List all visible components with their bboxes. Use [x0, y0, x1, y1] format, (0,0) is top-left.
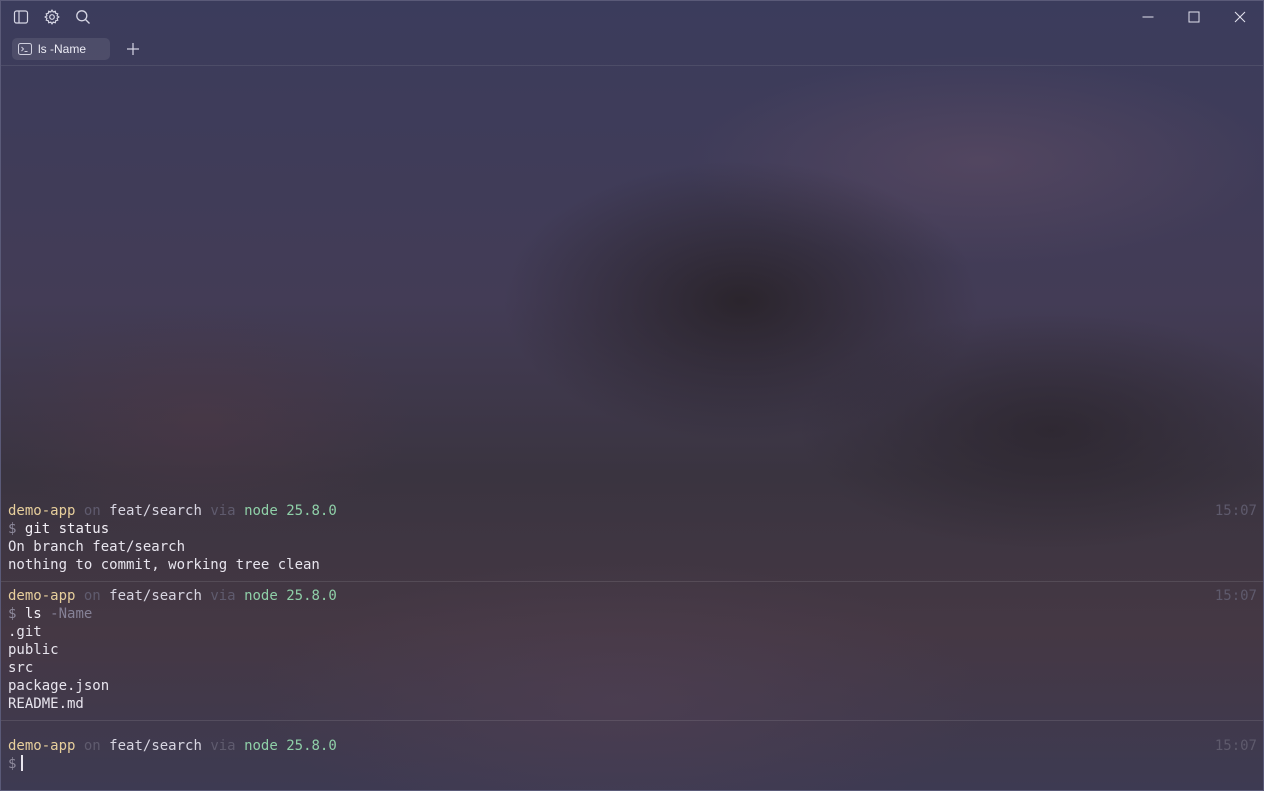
output-line: .git	[8, 624, 42, 640]
prompt-on: on	[83, 738, 101, 754]
prompt-symbol: $	[8, 606, 17, 622]
tab-label: ls -Name	[38, 41, 87, 56]
command-text: ls	[24, 606, 42, 622]
prompt-on: on	[83, 503, 101, 519]
tab-ls-name[interactable]: ls -Name	[12, 37, 110, 60]
command-block[interactable]: demo-app on feat/search via node 25.8.0 …	[1, 502, 1263, 574]
block-divider	[1, 581, 1263, 582]
prompt-branch: feat/search	[109, 503, 202, 519]
prompt-dir: demo-app	[8, 503, 76, 519]
command-text: git status	[24, 521, 110, 537]
prompt-line: demo-app on feat/search via node 25.8.0	[8, 737, 1263, 755]
active-prompt-block[interactable]: demo-app on feat/search via node 25.8.0 …	[1, 737, 1263, 773]
sidebar-toggle-icon[interactable]	[10, 6, 32, 28]
terminal-window: ls -Name demo-app on feat/search via nod…	[0, 0, 1264, 791]
prompt-dir: demo-app	[8, 738, 76, 754]
input-line[interactable]: $	[8, 755, 1263, 773]
prompt-on: on	[83, 588, 101, 604]
prompt-line: demo-app on feat/search via node 25.8.0	[8, 587, 1263, 605]
command-args: -Name	[50, 606, 93, 622]
terminal-icon	[18, 42, 32, 55]
search-icon[interactable]	[72, 6, 94, 28]
prompt-line: demo-app on feat/search via node 25.8.0	[8, 502, 1263, 520]
maximize-icon	[1188, 11, 1200, 22]
output-line: nothing to commit, working tree clean	[8, 557, 320, 573]
minimize-button[interactable]	[1125, 1, 1171, 32]
output-line: src	[8, 660, 34, 676]
command-line: $ git status	[8, 520, 1263, 538]
prompt-symbol: $	[8, 521, 17, 537]
block-timestamp: 15:07	[1214, 503, 1257, 519]
block-timestamp: 15:07	[1214, 588, 1257, 604]
prompt-via: via	[210, 503, 236, 519]
output-line: package.json	[8, 678, 110, 694]
title-bar	[1, 1, 1263, 32]
prompt-via: via	[210, 738, 236, 754]
new-tab-button[interactable]	[124, 40, 142, 58]
window-controls	[1125, 1, 1263, 32]
prompt-runtime: node 25.8.0	[244, 588, 337, 604]
close-icon	[1234, 11, 1246, 22]
tab-bar: ls -Name	[1, 32, 1263, 66]
close-button[interactable]	[1217, 1, 1263, 32]
output-line: On branch feat/search	[8, 539, 186, 555]
maximize-button[interactable]	[1171, 1, 1217, 32]
command-line: $ ls -Name	[8, 605, 1263, 623]
block-timestamp: 15:07	[1214, 738, 1257, 754]
block-divider	[1, 720, 1263, 721]
prompt-dir: demo-app	[8, 588, 76, 604]
minimize-icon	[1142, 16, 1154, 17]
plus-icon	[127, 42, 139, 55]
prompt-runtime: node 25.8.0	[244, 503, 337, 519]
prompt-symbol: $	[8, 756, 17, 772]
settings-gear-icon[interactable]	[41, 6, 63, 28]
output-line: public	[8, 642, 59, 658]
prompt-runtime: node 25.8.0	[244, 738, 337, 754]
prompt-via: via	[210, 588, 236, 604]
command-block[interactable]: demo-app on feat/search via node 25.8.0 …	[1, 587, 1263, 713]
prompt-branch: feat/search	[109, 588, 202, 604]
output-line: README.md	[8, 696, 84, 712]
text-cursor	[21, 755, 24, 771]
prompt-branch: feat/search	[109, 738, 202, 754]
terminal-area[interactable]: demo-app on feat/search via node 25.8.0 …	[1, 66, 1263, 790]
